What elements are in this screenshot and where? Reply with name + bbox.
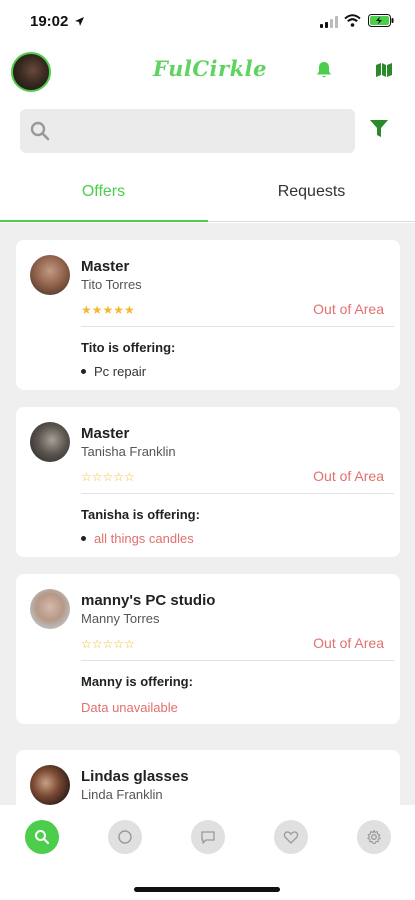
card-title: Master — [81, 425, 130, 442]
active-tab-indicator — [0, 220, 208, 222]
offer-item: Pc repair — [81, 364, 146, 379]
area-status: Out of Area — [313, 635, 384, 651]
area-status: Out of Area — [313, 468, 384, 484]
avatar — [30, 765, 70, 805]
circle-icon — [118, 830, 132, 844]
signal-icon — [320, 15, 338, 33]
card-title: manny's PC studio — [81, 592, 216, 609]
divider — [81, 660, 394, 661]
bullet — [81, 369, 86, 375]
gear-icon — [367, 829, 381, 845]
offer-card[interactable]: manny's PC studio Manny Torres ☆☆☆☆☆ Out… — [16, 574, 400, 724]
divider — [81, 493, 394, 494]
card-subtitle: Tanisha Franklin — [81, 444, 176, 459]
wifi-icon — [344, 14, 361, 32]
area-status: Out of Area — [313, 301, 384, 317]
heart-icon — [283, 831, 299, 844]
filter-icon[interactable] — [370, 120, 388, 143]
status-time: 19:02 — [30, 13, 69, 30]
offering-heading: Tanisha is offering: — [81, 507, 200, 522]
offering-heading: Tito is offering: — [81, 340, 176, 355]
home-indicator[interactable] — [134, 887, 280, 892]
rating-stars: ★★★★★ — [81, 303, 135, 317]
card-subtitle: Linda Franklin — [81, 787, 163, 802]
bottom-navigation — [0, 805, 415, 900]
location-arrow-icon — [74, 14, 85, 32]
offers-requests-tabs: Offers Requests — [0, 170, 415, 222]
offer-item-link[interactable]: all things candles — [94, 531, 194, 546]
offer-card[interactable]: Master Tito Torres ★★★★★ Out of Area Tit… — [16, 240, 400, 390]
battery-charging-icon — [368, 14, 394, 32]
search-icon — [30, 121, 50, 146]
nav-settings-button[interactable] — [357, 820, 391, 854]
offering-heading: Manny is offering: — [81, 674, 193, 689]
avatar — [30, 255, 70, 295]
data-unavailable-text: Data unavailable — [81, 700, 178, 715]
chat-icon — [201, 831, 215, 844]
status-bar: 19:02 — [0, 0, 415, 44]
divider — [81, 326, 394, 327]
nav-circle-button[interactable] — [108, 820, 142, 854]
offer-card[interactable]: Master Tanisha Franklin ☆☆☆☆☆ Out of Are… — [16, 407, 400, 557]
bullet — [81, 536, 86, 542]
rating-stars: ☆☆☆☆☆ — [81, 470, 135, 484]
tab-offers[interactable]: Offers — [0, 170, 207, 222]
card-title: Master — [81, 258, 130, 275]
offers-list[interactable]: Master Tito Torres ★★★★★ Out of Area Tit… — [0, 223, 415, 805]
map-icon[interactable] — [376, 63, 392, 82]
offer-card[interactable]: Lindas glasses Linda Franklin — [16, 750, 400, 805]
search-input[interactable] — [20, 109, 355, 153]
offer-item-label: Pc repair — [94, 364, 147, 379]
tab-requests[interactable]: Requests — [208, 170, 415, 222]
nav-chat-button[interactable] — [191, 820, 225, 854]
card-subtitle: Manny Torres — [81, 611, 160, 626]
avatar — [30, 589, 70, 629]
card-title: Lindas glasses — [81, 768, 189, 785]
offer-item[interactable]: all things candles — [81, 531, 194, 546]
avatar — [30, 422, 70, 462]
card-subtitle: Tito Torres — [81, 277, 142, 292]
app-header: FulCirkle — [0, 48, 415, 98]
brand-logo: FulCirkle — [153, 56, 267, 81]
rating-stars: ☆☆☆☆☆ — [81, 637, 135, 651]
search-icon — [35, 830, 50, 845]
nav-search-button[interactable] — [25, 820, 59, 854]
profile-avatar[interactable] — [11, 52, 51, 92]
bell-icon[interactable] — [314, 60, 334, 85]
nav-heart-button[interactable] — [274, 820, 308, 854]
